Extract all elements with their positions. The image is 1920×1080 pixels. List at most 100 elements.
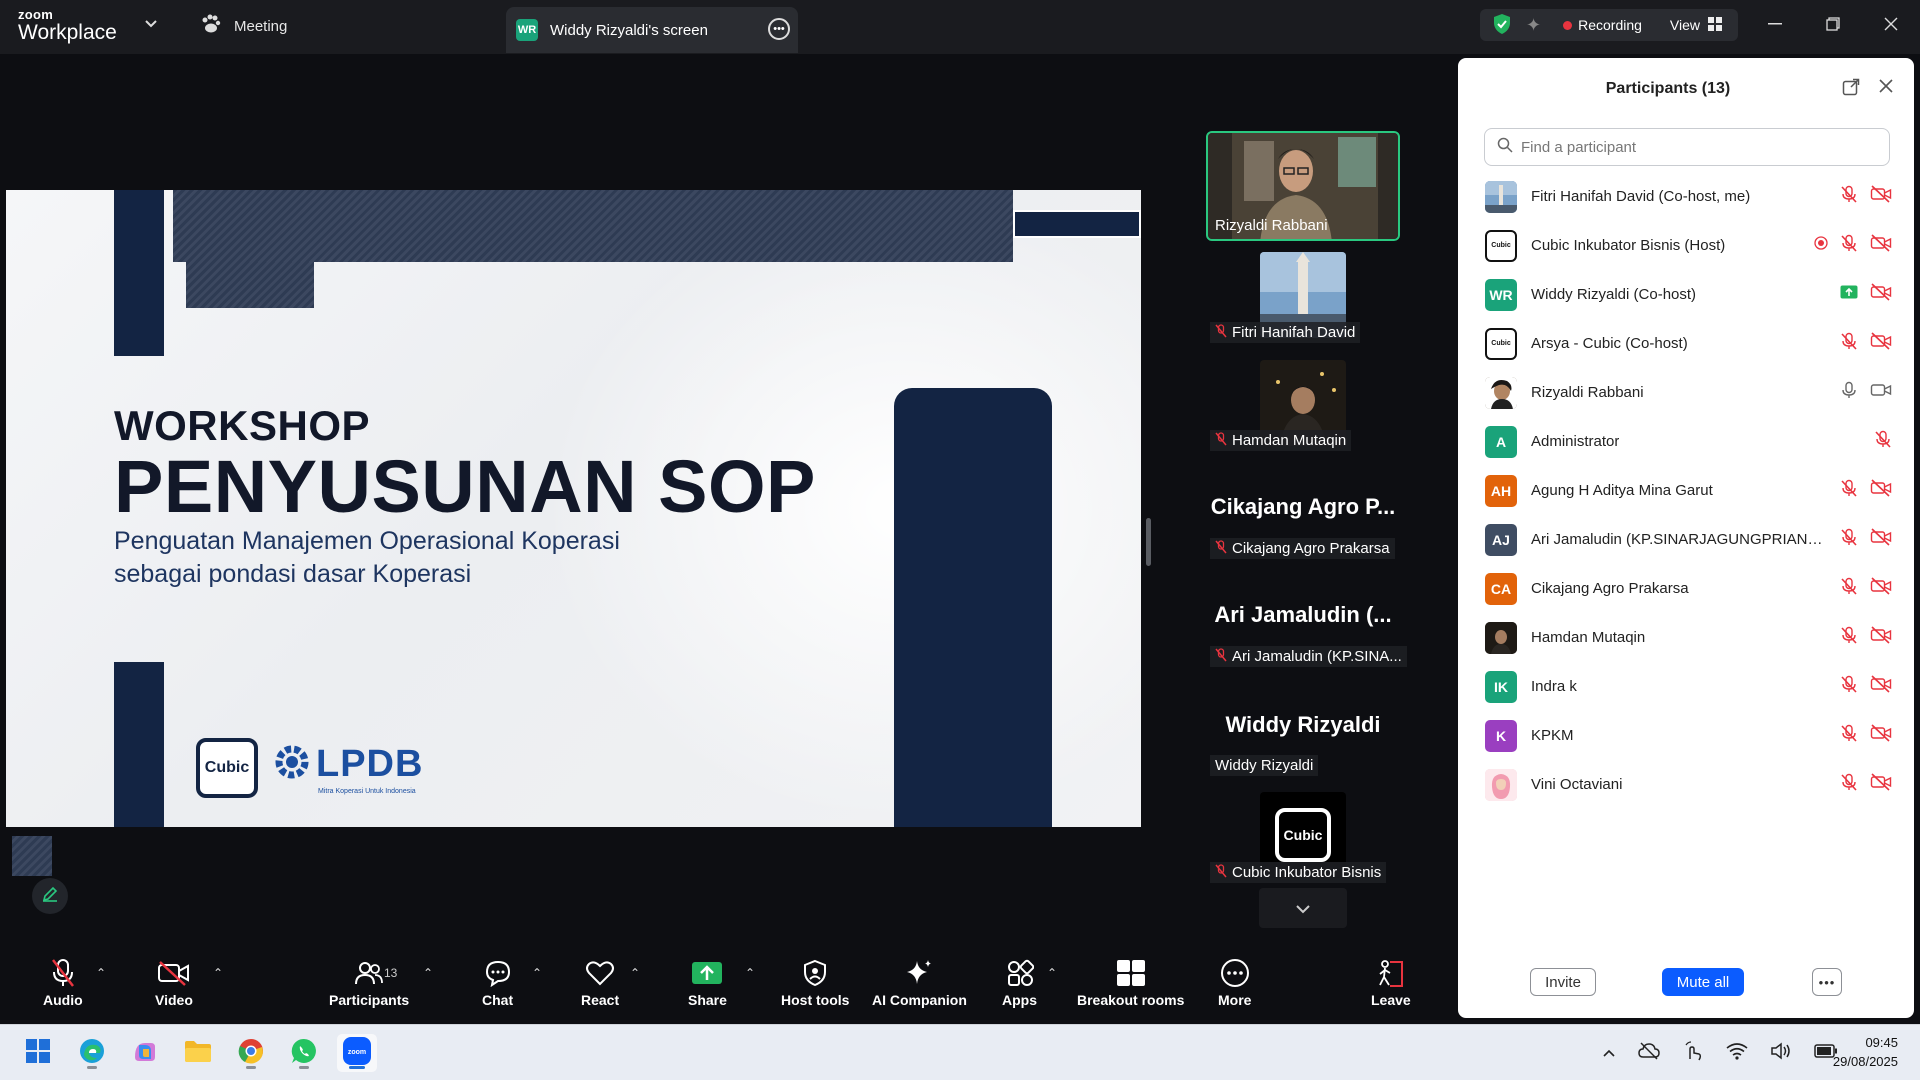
resize-handle[interactable]: [1146, 518, 1151, 566]
video-off-icon[interactable]: [1870, 528, 1892, 551]
participant-row[interactable]: Cubic Arsya - Cubic (Co-host): [1458, 319, 1914, 368]
screen-share-icon[interactable]: [1840, 285, 1858, 304]
pop-out-icon[interactable]: [1842, 78, 1860, 101]
participant-row[interactable]: Cubic Cubic Inkubator Bisnis (Host): [1458, 221, 1914, 270]
touch-keyboard-icon[interactable]: [1682, 1041, 1704, 1064]
participant-row[interactable]: AH Agung H Aditya Mina Garut: [1458, 466, 1914, 515]
close-icon[interactable]: [1878, 78, 1894, 101]
mic-off-icon: [50, 956, 76, 990]
volume-icon[interactable]: [1770, 1042, 1792, 1063]
mic-off-icon[interactable]: [1840, 332, 1858, 355]
video-tile[interactable]: Hamdan Mutaqin: [1206, 360, 1400, 456]
tab-shared-screen[interactable]: WR Widdy Rizyaldi's screen •••: [506, 7, 798, 53]
participant-row[interactable]: Vini Octaviani: [1458, 760, 1914, 809]
recording-icon[interactable]: [1814, 236, 1828, 255]
participant-row[interactable]: Fitri Hanifah David (Co-host, me): [1458, 172, 1914, 221]
video-off-icon[interactable]: [1870, 185, 1892, 208]
video-tile[interactable]: Ari Jamaludin (... Ari Jamaludin (KP.SIN…: [1206, 602, 1407, 672]
taskbar-app-whatsapp[interactable]: [284, 1034, 324, 1072]
video-off-icon[interactable]: [1870, 479, 1892, 502]
video-tile[interactable]: Cubic Cubic Inkubator Bisnis: [1206, 792, 1400, 888]
annotate-pen-button[interactable]: [32, 878, 68, 914]
gallery-scroll-down-button[interactable]: [1259, 888, 1347, 928]
participant-row[interactable]: WR Widdy Rizyaldi (Co-host): [1458, 270, 1914, 319]
mic-off-icon[interactable]: [1840, 626, 1858, 649]
leave-button[interactable]: Leave: [1371, 956, 1411, 1008]
close-icon[interactable]: [1862, 0, 1920, 48]
mic-off-icon[interactable]: [1840, 185, 1858, 208]
mic-off-icon[interactable]: [1840, 773, 1858, 796]
chevron-up-icon[interactable]: [1602, 1045, 1616, 1061]
video-off-icon[interactable]: [1870, 577, 1892, 600]
video-off-icon[interactable]: [1870, 773, 1892, 796]
chevron-up-icon[interactable]: ⌃: [532, 966, 542, 980]
system-clock[interactable]: 09:45 29/08/2025: [1833, 1033, 1898, 1071]
more-button[interactable]: More: [1218, 956, 1251, 1008]
chevron-up-icon[interactable]: ⌃: [423, 966, 433, 980]
mic-off-icon[interactable]: [1840, 528, 1858, 551]
video-tile[interactable]: Cikajang Agro P... Cikajang Agro Prakars…: [1206, 494, 1400, 564]
video-off-icon[interactable]: [1870, 675, 1892, 698]
participant-row[interactable]: Rizyaldi Rabbani: [1458, 368, 1914, 417]
mic-icon[interactable]: [1840, 381, 1858, 404]
video-tile[interactable]: Fitri Hanifah David: [1206, 252, 1400, 348]
participant-row[interactable]: CA Cikajang Agro Prakarsa: [1458, 564, 1914, 613]
tab-meeting[interactable]: Meeting: [200, 14, 287, 38]
video-off-icon[interactable]: [1870, 283, 1892, 306]
invite-button[interactable]: Invite: [1530, 968, 1596, 996]
taskbar-app-copilot[interactable]: [125, 1034, 165, 1072]
mic-off-icon[interactable]: [1840, 479, 1858, 502]
video-off-icon[interactable]: [1870, 234, 1892, 257]
mic-off-icon[interactable]: [1840, 234, 1858, 257]
mic-off-icon[interactable]: [1874, 430, 1892, 453]
taskbar-app-file-explorer[interactable]: [178, 1034, 218, 1072]
chevron-up-icon[interactable]: ⌃: [630, 966, 640, 980]
chevron-down-icon[interactable]: [144, 16, 158, 34]
participant-row[interactable]: A Administrator: [1458, 417, 1914, 466]
chevron-up-icon[interactable]: ⌃: [213, 966, 223, 980]
video-off-icon[interactable]: [1870, 724, 1892, 747]
participant-row[interactable]: K KPKM: [1458, 711, 1914, 760]
breakout-rooms-button[interactable]: Breakout rooms: [1077, 956, 1184, 1008]
video-off-icon[interactable]: [1870, 332, 1892, 355]
taskbar-app-zoom[interactable]: zoom: [337, 1034, 377, 1072]
mic-off-icon[interactable]: [1840, 724, 1858, 747]
chevron-up-icon[interactable]: ⌃: [1047, 966, 1057, 980]
start-button[interactable]: [18, 1034, 58, 1072]
view-button[interactable]: View: [1670, 16, 1723, 34]
shield-check-icon[interactable]: [1492, 13, 1512, 38]
react-button[interactable]: React: [581, 956, 619, 1008]
wifi-icon[interactable]: [1726, 1042, 1748, 1063]
taskbar-app-edge[interactable]: [72, 1034, 112, 1072]
participant-row[interactable]: IK Indra k: [1458, 662, 1914, 711]
host-tools-button[interactable]: Host tools: [781, 956, 849, 1008]
chat-button[interactable]: Chat: [482, 956, 513, 1008]
zoom-workplace-logo[interactable]: zoom Workplace: [18, 8, 117, 43]
mic-off-icon[interactable]: [1840, 675, 1858, 698]
share-button[interactable]: Share: [688, 956, 727, 1008]
video-button[interactable]: Video: [155, 956, 193, 1008]
ai-sparkle-icon[interactable]: ✦: [1526, 15, 1541, 36]
search-input[interactable]: [1521, 138, 1861, 156]
chevron-up-icon[interactable]: ⌃: [96, 966, 106, 980]
apps-button[interactable]: Apps: [1002, 956, 1037, 1008]
ai-companion-button[interactable]: AI Companion: [872, 956, 967, 1008]
video-tile[interactable]: Rizyaldi Rabbani: [1206, 131, 1400, 241]
video-icon[interactable]: [1870, 381, 1892, 404]
minimize-icon[interactable]: [1746, 0, 1804, 48]
chevron-up-icon[interactable]: ⌃: [745, 966, 755, 980]
video-off-icon[interactable]: [1870, 626, 1892, 649]
participant-row[interactable]: Hamdan Mutaqin: [1458, 613, 1914, 662]
restore-icon[interactable]: [1804, 0, 1862, 48]
recording-label[interactable]: Recording: [1578, 17, 1642, 33]
mute-all-button[interactable]: Mute all: [1662, 968, 1744, 996]
more-options-button[interactable]: •••: [1812, 968, 1842, 996]
audio-button[interactable]: Audio: [43, 956, 83, 1008]
video-tile[interactable]: Widdy Rizyaldi Widdy Rizyaldi: [1206, 712, 1400, 782]
cloud-offline-icon[interactable]: [1638, 1042, 1660, 1063]
participants-button[interactable]: Participants: [329, 956, 409, 1008]
participant-row[interactable]: AJ Ari Jamaludin (KP.SINARJAGUNGPRIANG...: [1458, 515, 1914, 564]
more-icon[interactable]: •••: [768, 18, 790, 40]
mic-off-icon[interactable]: [1840, 577, 1858, 600]
taskbar-app-chrome[interactable]: [231, 1034, 271, 1072]
